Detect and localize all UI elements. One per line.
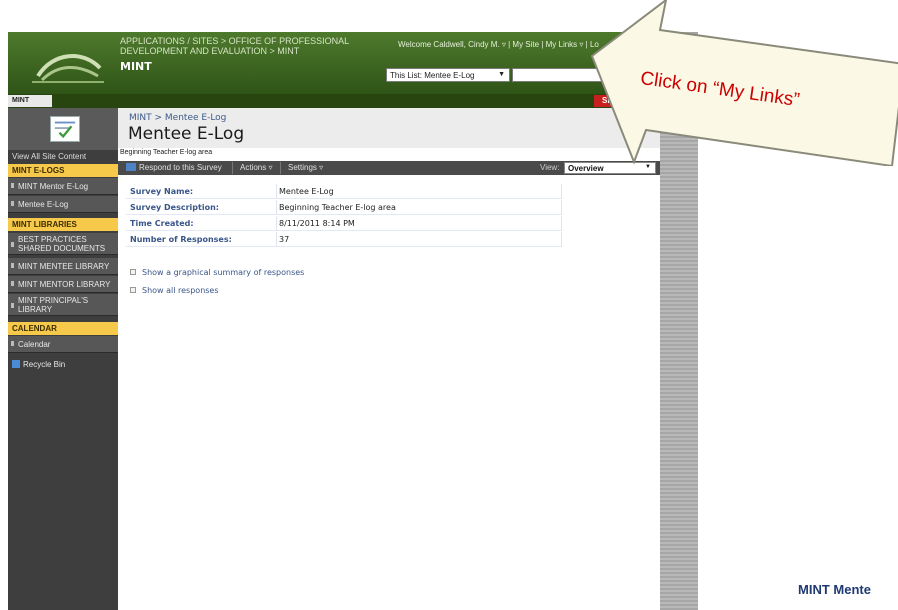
sharepoint-logo-icon xyxy=(32,54,104,83)
respond-label: Respond to this Survey xyxy=(139,163,222,172)
sidebar-item-mint-mentor-library[interactable]: MINT MENTOR LIBRARY xyxy=(8,276,118,293)
settings-menu[interactable]: Settings ▿ xyxy=(288,163,323,172)
expand-icon xyxy=(130,287,136,293)
detail-value: 37 xyxy=(276,232,562,247)
show-all-responses-link[interactable]: Show all responses xyxy=(130,286,219,295)
detail-row-survey-name: Survey Name: Mentee E-Log xyxy=(126,184,562,199)
bullet-icon xyxy=(11,242,14,247)
recycle-bin-label: Recycle Bin xyxy=(23,360,66,369)
sidebar-item-calendar[interactable]: Calendar xyxy=(8,336,118,353)
sidebar-item-mentee-e-log[interactable]: Mentee E-Log xyxy=(8,196,118,213)
detail-label: Survey Name: xyxy=(130,187,194,196)
view-label: View: xyxy=(540,163,560,172)
sidebar-header-mint-libraries[interactable]: MINT LIBRARIES xyxy=(8,218,118,231)
detail-label: Number of Responses: xyxy=(130,235,232,244)
bullet-icon xyxy=(11,263,14,268)
toolbar-divider xyxy=(280,162,281,174)
link-label: Show a graphical summary of responses xyxy=(142,268,305,277)
sidebar-item-label: MINT MENTOR LIBRARY xyxy=(18,280,111,289)
actions-menu[interactable]: Actions ▿ xyxy=(240,163,272,172)
top-navigation-bar xyxy=(8,94,660,108)
bullet-icon xyxy=(11,341,14,346)
sidebar-item-label: BEST PRACTICES SHARED DOCUMENTS xyxy=(18,235,106,253)
page-title: Mentee E-Log xyxy=(128,124,245,144)
detail-label: Survey Description: xyxy=(130,203,219,212)
sidebar-header-mint-e-logs[interactable]: MINT E-LOGS xyxy=(8,164,118,177)
expand-icon xyxy=(130,269,136,275)
site-name[interactable]: MINT xyxy=(120,60,152,73)
bullet-icon xyxy=(11,201,14,206)
sidebar-item-best-practices[interactable]: BEST PRACTICES SHARED DOCUMENTS xyxy=(8,233,118,255)
slide-footer-label: MINT Mente xyxy=(798,582,871,597)
survey-respond-icon xyxy=(126,163,136,171)
search-scope-value: This List: Mentee E-Log xyxy=(390,71,475,80)
sidebar-item-label: Calendar xyxy=(18,340,51,349)
breadcrumb[interactable]: MINT > Mentee E-Log xyxy=(129,113,226,123)
sidebar-item-mint-mentee-library[interactable]: MINT MENTEE LIBRARY xyxy=(8,258,118,275)
recycle-bin-link[interactable]: Recycle Bin xyxy=(12,360,65,369)
detail-value: 8/11/2011 8:14 PM xyxy=(276,216,562,231)
sidebar-header-calendar[interactable]: CALENDAR xyxy=(8,322,118,335)
bullet-icon xyxy=(11,281,14,286)
link-label: Show all responses xyxy=(142,286,219,295)
show-graphical-summary-link[interactable]: Show a graphical summary of responses xyxy=(130,268,304,277)
bullet-icon xyxy=(11,303,14,308)
detail-row-number-of-responses: Number of Responses: 37 xyxy=(126,232,562,247)
survey-icon xyxy=(50,116,80,142)
chevron-down-icon: ▼ xyxy=(498,71,505,78)
global-breadcrumb[interactable]: Applications / Sites > OFFICE OF PROFESS… xyxy=(120,36,370,56)
sidebar-item-mint-principals-library[interactable]: MINT PRINCIPAL'S LIBRARY xyxy=(8,294,118,316)
page-description: Beginning Teacher E-log area xyxy=(120,149,213,156)
slide: Applications / Sites > OFFICE OF PROFESS… xyxy=(0,0,898,610)
sidebar-item-label: MINT PRINCIPAL'S LIBRARY xyxy=(18,296,89,314)
tab-mint[interactable]: MINT xyxy=(8,95,52,107)
sidebar-item-label: MINT MENTEE LIBRARY xyxy=(18,262,110,271)
search-scope-select[interactable]: This List: Mentee E-Log ▼ xyxy=(386,68,510,82)
detail-value: Mentee E-Log xyxy=(276,184,562,199)
toolbar-divider xyxy=(232,162,233,174)
recycle-bin-icon xyxy=(12,360,20,368)
sidebar-item-label: MINT Mentor E-Log xyxy=(18,182,89,191)
detail-row-time-created: Time Created: 8/11/2011 8:14 PM xyxy=(126,216,562,231)
detail-row-survey-description: Survey Description: Beginning Teacher E-… xyxy=(126,200,562,215)
sidebar-item-mint-mentor-e-log[interactable]: MINT Mentor E-Log xyxy=(8,178,118,195)
detail-label: Time Created: xyxy=(130,219,194,228)
respond-to-survey-button[interactable]: Respond to this Survey xyxy=(126,163,222,172)
view-all-site-content-link[interactable]: View All Site Content xyxy=(8,152,118,162)
welcome-menu[interactable]: Welcome Caldwell, Cindy M. ▿ | My Site |… xyxy=(398,40,599,49)
sidebar-item-label: Mentee E-Log xyxy=(18,200,69,209)
detail-value: Beginning Teacher E-log area xyxy=(276,200,562,215)
bullet-icon xyxy=(11,183,14,188)
